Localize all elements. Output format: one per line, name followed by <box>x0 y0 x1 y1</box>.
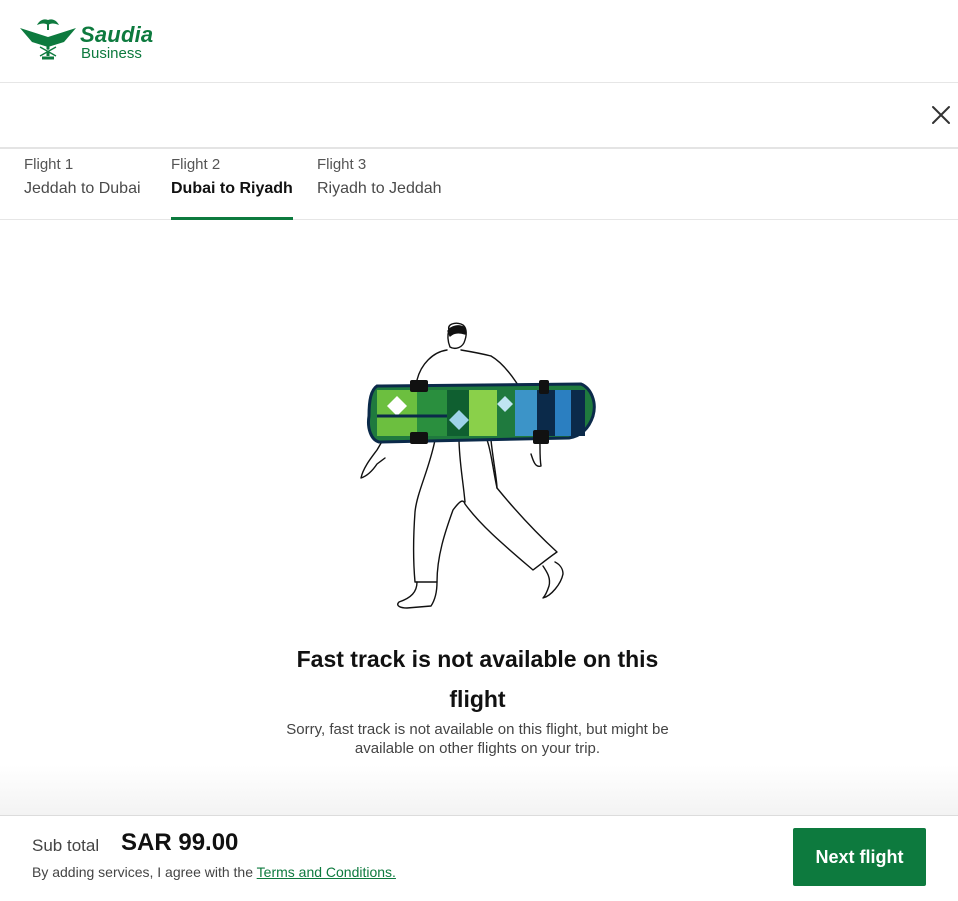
next-flight-button[interactable]: Next flight <box>793 828 926 886</box>
tab-flight-2[interactable]: Flight 2 Dubai to Riyadh <box>171 149 293 220</box>
empty-state-title: Fast track is not available on this flig… <box>296 646 659 713</box>
tab-flight-number: Flight 3 <box>317 156 367 173</box>
brand-name: Saudia <box>80 22 154 47</box>
person-carrying-skateboard-illustration <box>360 322 596 609</box>
empty-state-description: Sorry, fast track is not available on th… <box>286 721 669 757</box>
active-tab-indicator <box>171 217 293 220</box>
tab-route-label: Riyadh to Jeddah <box>317 180 442 197</box>
terms-and-conditions-link[interactable]: Terms and Conditions. <box>257 864 396 880</box>
top-bar: Saudia Business <box>0 0 958 83</box>
subtotal-value: SAR 99.00 <box>121 829 239 856</box>
saudia-business-logo[interactable]: Saudia Business <box>18 16 158 66</box>
panel-header <box>0 83 958 149</box>
palm-swords-logo-icon <box>20 19 76 60</box>
flight-tabs: Flight 1 Jeddah to Dubai Flight 2 Dubai … <box>0 149 958 220</box>
summary-footer: Sub total SAR 99.00 By adding services, … <box>0 815 958 901</box>
tab-flight-number: Flight 1 <box>24 156 74 173</box>
tab-route-label: Dubai to Riyadh <box>171 180 293 197</box>
tab-flight-number: Flight 2 <box>171 156 221 173</box>
brand-subtitle: Business <box>81 45 142 62</box>
tab-flight-3[interactable]: Flight 3 Riyadh to Jeddah <box>317 149 452 219</box>
close-icon[interactable] <box>930 104 952 126</box>
tab-route-label: Jeddah to Dubai <box>24 180 141 197</box>
tab-flight-1[interactable]: Flight 1 Jeddah to Dubai <box>24 149 149 219</box>
terms-notice: By adding services, I agree with the Ter… <box>32 864 396 880</box>
subtotal-label: Sub total <box>32 836 100 855</box>
content-fade <box>0 765 958 815</box>
terms-prefix: By adding services, I agree with the <box>32 864 254 880</box>
